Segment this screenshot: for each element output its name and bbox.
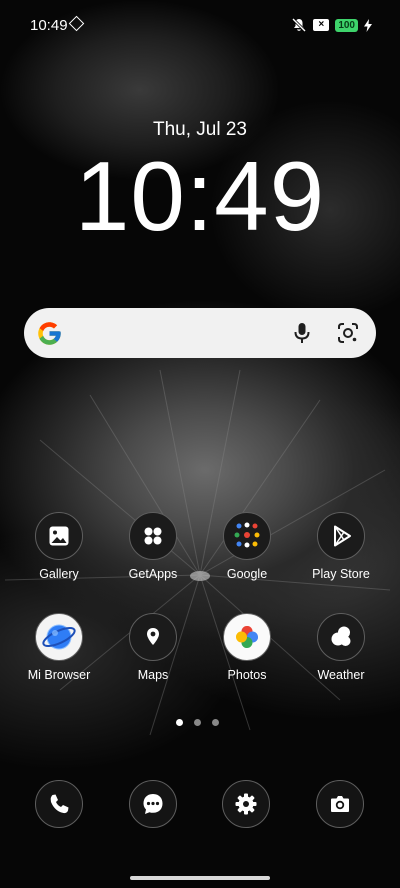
maps-icon	[129, 613, 177, 661]
phone-icon	[50, 794, 69, 814]
app-label: Mi Browser	[27, 668, 91, 682]
microphone-icon[interactable]	[290, 321, 314, 345]
app-label: Gallery	[39, 567, 79, 581]
google-folder-icon	[223, 512, 271, 560]
app-label: Play Store	[312, 567, 370, 581]
app-gallery[interactable]: Gallery	[12, 512, 106, 581]
page-indicator[interactable]	[176, 719, 219, 726]
app-label: Photos	[227, 668, 267, 682]
dock-messages[interactable]	[129, 780, 177, 828]
date-label[interactable]: Thu, Jul 23	[0, 119, 400, 141]
app-photos[interactable]: Photos	[200, 613, 294, 682]
app-label: Google	[226, 567, 268, 581]
app-weather[interactable]: Weather	[294, 613, 388, 682]
dock-camera[interactable]	[316, 780, 364, 828]
page-dot-3[interactable]	[212, 719, 219, 726]
camera-icon	[331, 796, 349, 812]
getapps-icon	[129, 512, 177, 560]
gallery-icon	[35, 512, 83, 560]
battery-icon: 100	[335, 18, 358, 32]
dock-phone[interactable]	[35, 780, 83, 828]
app-label: Weather	[317, 668, 365, 682]
app-mi-browser[interactable]: Mi Browser	[12, 613, 106, 682]
page-dot-2[interactable]	[194, 719, 201, 726]
play-store-icon	[317, 512, 365, 560]
page-dot-1[interactable]	[176, 719, 183, 726]
app-maps[interactable]: Maps	[106, 613, 200, 682]
app-label: Maps	[137, 668, 169, 682]
home-screen: 10:49 × 100 Thu, Jul 23 10:49 Gallery Ge…	[0, 0, 400, 888]
charging-bolt-icon	[364, 18, 372, 32]
status-time: 10:49	[30, 17, 68, 34]
lens-icon[interactable]	[336, 321, 360, 345]
photos-icon	[223, 613, 271, 661]
settings-icon	[235, 793, 257, 815]
status-bar: 10:49 × 100	[0, 0, 400, 50]
app-play-store[interactable]: Play Store	[294, 512, 388, 581]
gesture-handle[interactable]	[130, 876, 270, 880]
weather-icon	[317, 613, 365, 661]
diamond-icon	[68, 15, 85, 32]
mute-icon	[292, 17, 307, 33]
app-google-folder[interactable]: Google	[200, 512, 294, 581]
no-sim-icon: ×	[313, 19, 330, 31]
google-search-bar[interactable]	[24, 308, 376, 358]
app-label: GetApps	[128, 567, 178, 581]
dock-settings[interactable]	[222, 780, 270, 828]
browser-icon	[35, 613, 83, 661]
status-icons: × 100	[291, 17, 372, 33]
clock-widget[interactable]: 10:49	[0, 142, 400, 250]
messages-icon	[143, 794, 163, 814]
app-getapps[interactable]: GetApps	[106, 512, 200, 581]
google-g-icon	[38, 322, 61, 345]
